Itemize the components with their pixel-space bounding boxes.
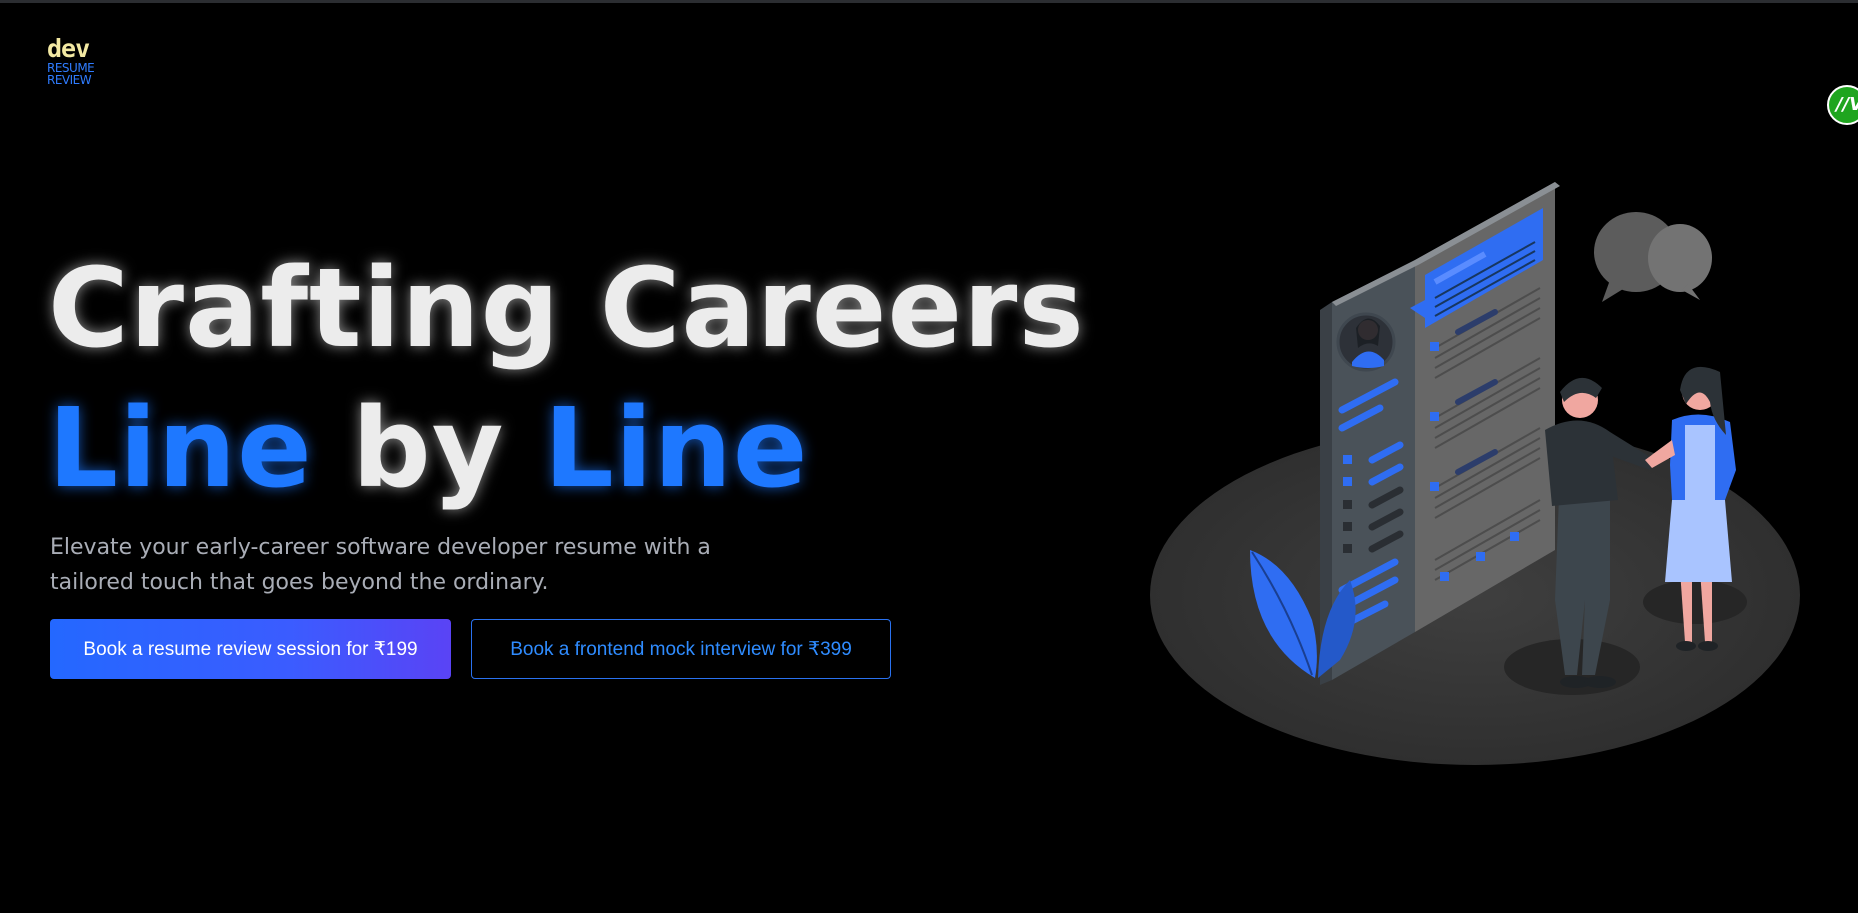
site-logo[interactable]: dev RESUME REVIEW: [47, 34, 107, 88]
hero-headline: Crafting Careers Line by Line: [48, 238, 1085, 518]
book-resume-review-button[interactable]: Book a resume review session for ₹199: [50, 619, 451, 679]
logo-review-text: REVIEW: [47, 73, 92, 87]
speech-bubbles: [1594, 212, 1712, 302]
headline-line-1: Crafting Careers: [48, 244, 1085, 372]
hero-subtitle: Elevate your early-career software devel…: [50, 535, 711, 595]
resume-handshake-illustration: [1150, 182, 1800, 765]
top-border: [0, 0, 1858, 3]
headline-word-line: Line: [48, 384, 313, 512]
headline-word-by: by: [352, 384, 505, 512]
user-avatar[interactable]: //V: [1827, 85, 1858, 125]
headline-word-line-2: Line: [543, 384, 809, 512]
logo-dev-text: dev: [47, 34, 90, 63]
avatar-initials: //V: [1836, 94, 1858, 115]
person-shadow-right: [1643, 580, 1747, 624]
headline-line-2: Line by Line: [48, 378, 1085, 518]
book-mock-interview-button[interactable]: Book a frontend mock interview for ₹399: [471, 619, 891, 679]
